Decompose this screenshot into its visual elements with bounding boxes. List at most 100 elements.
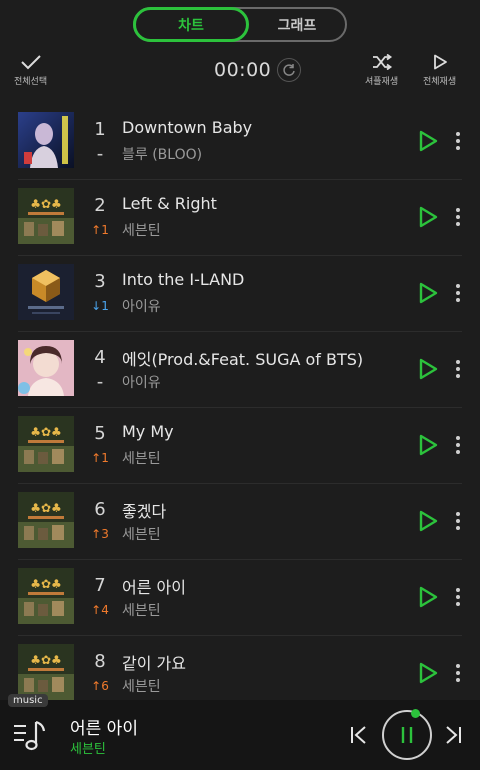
select-all-label: 전체선택 <box>14 77 48 87</box>
more-dot <box>456 526 460 530</box>
song-artist: 세븐틴 <box>122 603 161 619</box>
play-icon <box>418 510 438 536</box>
play-song-button[interactable] <box>418 358 438 380</box>
more-dot <box>456 208 460 212</box>
svg-text:♣✿♣: ♣✿♣ <box>30 197 62 211</box>
more-dot <box>456 595 460 599</box>
svg-text:♣✿♣: ♣✿♣ <box>30 425 62 439</box>
more-options-button[interactable] <box>450 357 466 381</box>
more-dot <box>456 132 460 136</box>
rank-change: ↑3 <box>91 527 109 541</box>
more-dot <box>456 367 460 371</box>
play-icon <box>418 662 438 688</box>
svg-text:♣✿♣: ♣✿♣ <box>30 577 62 591</box>
song-row[interactable]: ♣✿♣ 2 ↑1 Left & Right 세븐틴 <box>18 180 462 256</box>
song-artist: 블루 (BLOO) <box>122 147 203 163</box>
album-art[interactable] <box>18 112 74 168</box>
play-song-button[interactable] <box>418 510 438 532</box>
tab-chart[interactable]: 차트 <box>133 7 249 42</box>
song-title: Left & Right <box>122 194 217 213</box>
timer-reset-button[interactable] <box>277 58 302 82</box>
play-all-label: 전체재생 <box>423 77 457 87</box>
song-row[interactable]: ♣✿♣ 7 ↑4 어른 아이 세븐틴 <box>18 560 462 636</box>
song-rank: 7 <box>94 575 106 596</box>
song-row[interactable]: 4 – 에잇(Prod.&Feat. SUGA of BTS) 아이유 <box>18 332 462 408</box>
rank-change: ↑4 <box>91 603 109 617</box>
more-dot <box>456 678 460 682</box>
album-art[interactable] <box>18 340 74 396</box>
shuffle-play-button[interactable]: 셔플재생 <box>365 54 398 87</box>
play-icon <box>418 434 438 460</box>
more-options-button[interactable] <box>450 661 466 685</box>
music-tag: music <box>8 694 48 707</box>
play-song-button[interactable] <box>418 662 438 684</box>
shuffle-icon <box>372 54 392 70</box>
mini-player[interactable]: 어른 아이 세븐틴 <box>0 700 480 770</box>
album-art[interactable]: ♣✿♣ <box>18 644 74 700</box>
progress-indicator-dot <box>411 709 420 718</box>
more-dot <box>456 671 460 675</box>
play-song-button[interactable] <box>418 282 438 304</box>
more-dot <box>456 215 460 219</box>
play-icon <box>418 358 438 384</box>
more-dot <box>456 512 460 516</box>
more-options-button[interactable] <box>450 509 466 533</box>
rank-change: ↑1 <box>91 451 109 465</box>
shuffle-label: 셔플재생 <box>365 77 399 87</box>
album-art[interactable]: ♣✿♣ <box>18 568 74 624</box>
more-dot <box>456 360 460 364</box>
song-title: 어른 아이 <box>122 578 186 597</box>
album-art[interactable] <box>18 264 74 320</box>
chart-list: 1 – Downtown Baby 블루 (BLOO) ♣✿♣ 2 ↑1 Lef… <box>0 104 480 712</box>
more-options-button[interactable] <box>450 281 466 305</box>
tab-graph[interactable]: 그래프 <box>247 7 347 42</box>
song-artist: 세븐틴 <box>122 679 161 695</box>
next-icon[interactable] <box>444 725 462 745</box>
song-title: My My <box>122 422 174 441</box>
rank-change: ↓1 <box>91 299 109 313</box>
more-options-button[interactable] <box>450 129 466 153</box>
song-title: 에잇(Prod.&Feat. SUGA of BTS) <box>122 350 364 369</box>
song-title: Into the I-LAND <box>122 270 245 289</box>
more-options-button[interactable] <box>450 585 466 609</box>
rank-change: ↑1 <box>91 223 109 237</box>
song-title: Downtown Baby <box>122 118 253 137</box>
pause-icon <box>401 727 413 743</box>
song-rank: 3 <box>94 271 106 292</box>
play-song-button[interactable] <box>418 586 438 608</box>
song-artist: 세븐틴 <box>122 451 161 467</box>
song-rank: 4 <box>94 347 106 368</box>
song-row[interactable]: ♣✿♣ 6 ↑3 좋겠다 세븐틴 <box>18 484 462 560</box>
song-artist: 세븐틴 <box>122 223 161 239</box>
pause-button[interactable] <box>382 710 432 760</box>
album-art[interactable]: ♣✿♣ <box>18 188 74 244</box>
select-all-button[interactable]: 전체선택 <box>14 54 47 87</box>
more-dot <box>456 519 460 523</box>
player-title: 어른 아이 <box>70 719 138 739</box>
more-dot <box>456 436 460 440</box>
song-row[interactable]: 3 ↓1 Into the I-LAND 아이유 <box>18 256 462 332</box>
play-all-button[interactable]: 전체재생 <box>423 54 456 87</box>
rank-change: – <box>97 375 103 389</box>
play-icon <box>418 586 438 612</box>
playlist-music-icon[interactable] <box>12 716 48 756</box>
more-dot <box>456 222 460 226</box>
more-dot <box>456 602 460 606</box>
song-row[interactable]: 1 – Downtown Baby 블루 (BLOO) <box>18 104 462 180</box>
play-icon <box>418 206 438 232</box>
previous-icon[interactable] <box>350 725 368 745</box>
album-art[interactable]: ♣✿♣ <box>18 416 74 472</box>
more-dot <box>456 588 460 592</box>
song-row[interactable]: ♣✿♣ 5 ↑1 My My 세븐틴 <box>18 408 462 484</box>
more-dot <box>456 443 460 447</box>
more-options-button[interactable] <box>450 205 466 229</box>
sleep-timer[interactable]: 00:00 <box>214 58 302 82</box>
play-song-button[interactable] <box>418 206 438 228</box>
play-song-button[interactable] <box>418 434 438 456</box>
album-art[interactable]: ♣✿♣ <box>18 492 74 548</box>
song-artist: 아이유 <box>122 375 161 391</box>
more-options-button[interactable] <box>450 433 466 457</box>
play-song-button[interactable] <box>418 130 438 152</box>
song-title: 좋겠다 <box>122 502 167 521</box>
chart-graph-toggle: 차트 그래프 <box>133 7 347 42</box>
